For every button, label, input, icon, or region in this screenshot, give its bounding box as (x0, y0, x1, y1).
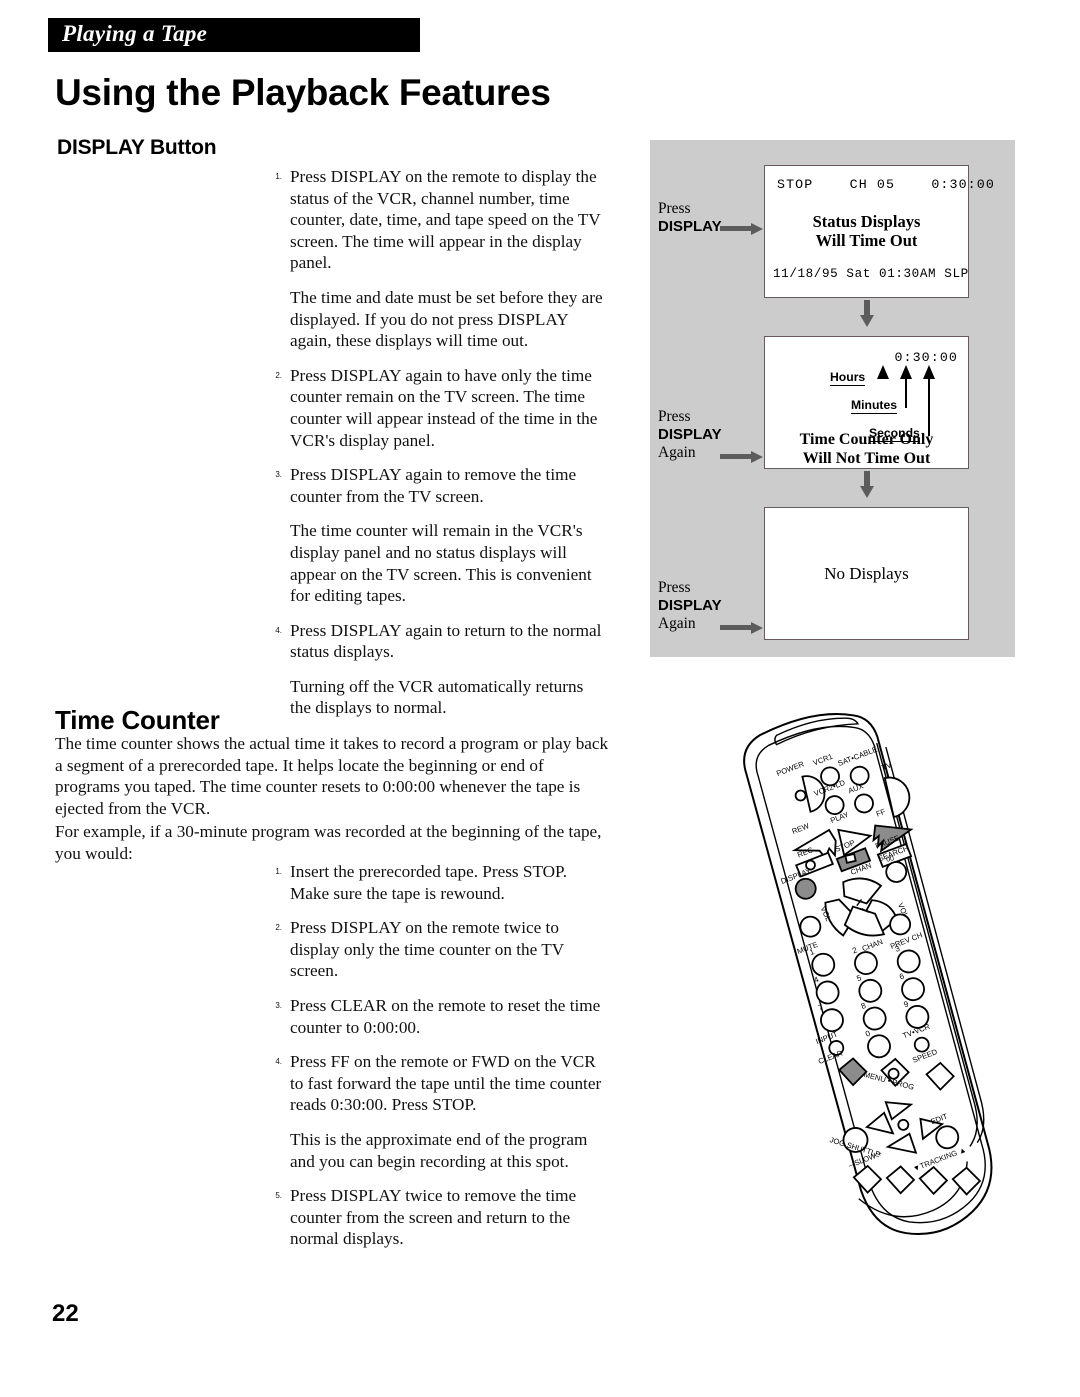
section-heading-display-button: DISPLAY Button (57, 136, 217, 159)
svg-text:8: 8 (860, 1001, 868, 1011)
running-head-text: Playing a Tape (62, 21, 208, 46)
list-item-number: 3. (275, 1000, 282, 1010)
press-word: Press (658, 579, 691, 596)
intro-paragraph: The time counter shows the actual time i… (55, 734, 609, 818)
svg-text:6: 6 (898, 971, 906, 981)
list-item-note: The time counter will remain in the VCR'… (290, 521, 592, 606)
list-item-text: Press DISPLAY on the remote to display t… (290, 167, 601, 273)
press-button-name: DISPLAY (658, 426, 722, 443)
time-counter-intro: The time counter shows the actual time i… (55, 733, 612, 867)
remote-control-illustration: .bl { fill:none; stroke:#000; stroke-wid… (700, 700, 1030, 1280)
svg-text:REW: REW (791, 821, 812, 836)
svg-text:9: 9 (902, 999, 910, 1009)
svg-text:VCR1: VCR1 (812, 752, 834, 768)
osd-time-counter: 0:30:00 (894, 350, 958, 365)
list-item: 2. Press DISPLAY again to have only the … (258, 365, 608, 451)
tv-screen-no-displays: No Displays (764, 507, 969, 640)
list-item-note: The time and date must be set before the… (290, 287, 603, 351)
tv-screen-status-displays: STOP CH 05 0:30:00 Status Displays Will … (764, 165, 994, 298)
svg-text:FF: FF (875, 807, 887, 819)
list-item-text: Insert the prerecorded tape. Press STOP.… (290, 862, 567, 903)
list-item: 5. Press DISPLAY twice to remove the tim… (258, 1185, 608, 1250)
list-item-number: 2. (275, 923, 282, 933)
list-item: 4. Press DISPLAY again to return to the … (258, 620, 608, 719)
svg-text:4: 4 (813, 975, 821, 985)
svg-text:CHAN: CHAN (861, 937, 884, 953)
section-heading-time-counter: Time Counter (55, 705, 220, 735)
svg-text:2: 2 (851, 945, 859, 955)
osd-message: Status Displays Will Time Out (812, 212, 921, 250)
callout-stem-minutes (905, 378, 907, 408)
list-item: 3. Press DISPLAY again to remove the tim… (258, 464, 608, 607)
page-number: 22 (52, 1300, 79, 1327)
list-item-text: Press DISPLAY again to remove the time c… (290, 465, 577, 506)
press-word: Press (658, 408, 691, 425)
press-again-word: Again (658, 615, 696, 632)
list-item-text: Press DISPLAY again to have only the tim… (290, 365, 598, 450)
osd-date-line: 11/18/95 Sat 01:30AM SLP (773, 267, 969, 281)
list-item-text: Press CLEAR on the remote to reset the t… (290, 995, 601, 1037)
svg-text:SAT•CABLE: SAT•CABLE (836, 745, 878, 768)
press-button-name: DISPLAY (658, 597, 722, 614)
display-button-step-list: 1. Press DISPLAY on the remote to displa… (258, 166, 608, 732)
osd-status-line: STOP CH 05 0:30:00 (777, 177, 995, 192)
list-item-text: Press FF on the remote or FWD on the VCR… (290, 1052, 602, 1115)
list-item: 1. Press DISPLAY on the remote to displa… (258, 166, 608, 352)
time-counter-step-list: 1. Insert the prerecorded tape. Press ST… (258, 861, 608, 1263)
svg-text:AUX: AUX (847, 781, 865, 795)
list-item: 4. Press FF on the remote or FWD on the … (258, 1051, 608, 1172)
list-item-note: This is the approximate end of the progr… (290, 1129, 588, 1171)
list-item: 1. Insert the prerecorded tape. Press ST… (258, 861, 608, 904)
callout-arrow-hours-icon (877, 365, 889, 379)
svg-text:▼TRACKING ▲: ▼TRACKING ▲ (912, 1145, 968, 1174)
svg-text:POWER: POWER (775, 759, 805, 778)
list-item-number: 5. (275, 1191, 282, 1201)
list-item-text: Press DISPLAY again to return to the nor… (290, 620, 602, 662)
list-item: 3. Press CLEAR on the remote to reset th… (258, 995, 608, 1038)
tv-screen-time-counter-only: 0:30:00 Hours Minutes Seconds Time Count… (764, 336, 969, 469)
list-item: 2. Press DISPLAY on the remote twice to … (258, 917, 608, 982)
osd-message: No Displays (824, 564, 909, 583)
callout-arrow-minutes-icon (900, 365, 912, 379)
svg-text:0: 0 (864, 1029, 872, 1039)
list-item-number: 3. (275, 470, 282, 480)
press-word: Press (658, 200, 691, 217)
display-flow-diagram: STOP CH 05 0:30:00 Status Displays Will … (650, 140, 1015, 657)
list-item-number: 4. (275, 625, 282, 635)
callout-label-minutes: Minutes (851, 398, 898, 414)
callout-label-hours: Hours (830, 370, 866, 386)
callout-arrow-seconds-icon (923, 365, 935, 379)
list-item-number: 2. (275, 370, 282, 380)
list-item-note: Turning off the VCR automatically return… (290, 676, 584, 718)
list-item-text: Press DISPLAY on the remote twice to dis… (290, 918, 564, 981)
osd-message: Time Counter Only Will Not Time Out (799, 431, 934, 467)
list-item-text: Press DISPLAY twice to remove the time c… (290, 1186, 577, 1249)
list-item-number: 1. (275, 867, 282, 876)
page-title: Using the Playback Features (55, 72, 551, 113)
running-head-bar: Playing a Tape (48, 18, 420, 52)
svg-text:5: 5 (855, 973, 863, 983)
callout-stem-seconds (928, 378, 930, 436)
press-again-word: Again (658, 444, 696, 461)
list-item-number: 4. (275, 1057, 282, 1067)
intro-paragraph: For example, if a 30-minute program was … (55, 822, 602, 863)
list-item-number: 1. (275, 172, 282, 181)
svg-text:7: 7 (817, 1002, 825, 1012)
